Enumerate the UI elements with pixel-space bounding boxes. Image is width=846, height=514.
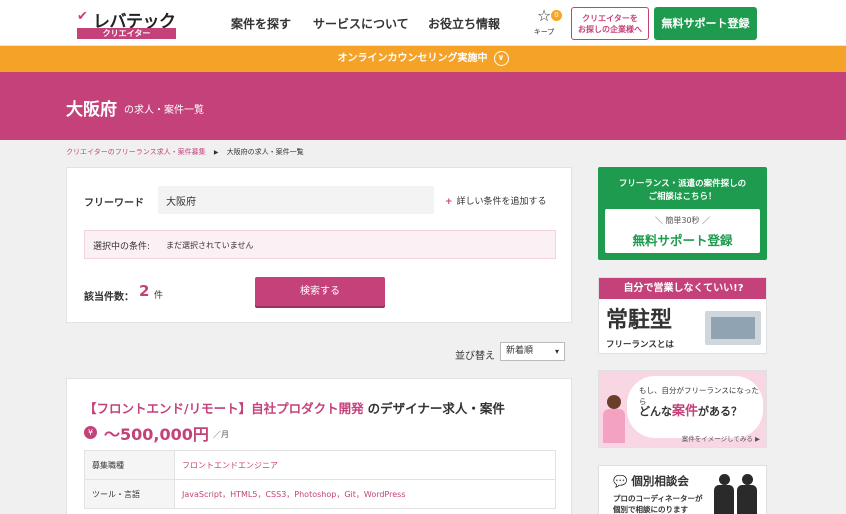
- job-info-key: ツール・言語: [84, 479, 175, 509]
- yen-icon: ¥: [84, 426, 97, 439]
- for-companies-line1: クリエイターを: [582, 14, 638, 23]
- job-salary: 〜500,000円: [104, 425, 209, 444]
- keep-button[interactable]: ☆ 0 キープ: [532, 8, 562, 37]
- online-counseling-banner[interactable]: オンラインカウンセリング実施中 ∨: [0, 46, 846, 72]
- sidebar-support-banner[interactable]: フリーランス・派遣の案件探しの ご相談はこちら！ ＼ 簡単30秒 ／ 無料サポー…: [598, 167, 767, 260]
- consultation-title-text: 個別相談会: [631, 474, 689, 488]
- consultation-line1: プロのコーディネーターが: [613, 494, 703, 503]
- selected-conditions-box: 選択中の条件: まだ選択されていません: [84, 230, 556, 259]
- table-row: ツール・言語 JavaScript，HTML5，CSS3，Photoshop，G…: [84, 479, 556, 509]
- sort-select[interactable]: 新着順 ▾: [500, 342, 565, 361]
- nav-useful-info[interactable]: お役立ち情報: [428, 15, 500, 32]
- nav-about-service[interactable]: サービスについて: [313, 15, 409, 32]
- consultation-line2: 個別で相談にのります: [613, 505, 688, 514]
- coordinator-photo: [737, 474, 757, 514]
- job-card: 【フロントエンド/リモート】自社プロダクト開発 のデザイナー求人・案件 ¥ 〜50…: [66, 378, 572, 514]
- job-title-rest: のデザイナー求人・案件: [367, 401, 505, 416]
- job-info-table: 募集職種 フロントエンドエンジニア ツール・言語 JavaScript，HTML…: [84, 450, 556, 509]
- sort-label: 並び替え: [455, 351, 495, 362]
- freeword-label: フリーワード: [84, 198, 144, 209]
- freeword-input[interactable]: [158, 186, 434, 214]
- imagine-jobs-line2-c: がある？: [698, 405, 743, 418]
- result-count-unit: 件: [154, 291, 164, 301]
- breadcrumb-separator-icon: ▶: [213, 149, 219, 156]
- sort-selected-value: 新着順: [506, 346, 534, 356]
- resident-banner-top: 自分で営業しなくていい!?: [599, 278, 766, 299]
- site-header: ✔ レバテック クリエイター 案件を探す サービスについて お役立ち情報 ☆ 0…: [0, 0, 846, 46]
- keep-count-badge: 0: [551, 10, 562, 21]
- sidebar-support-line1: フリーランス・派遣の案件探しの: [618, 179, 747, 189]
- breadcrumb: クリエイターのフリーランス求人・案件募集 ▶ 大阪府の求人・案件一覧: [66, 147, 304, 157]
- chat-bubble-icon: 💬: [613, 474, 628, 488]
- resident-banner-main: 常駐型: [606, 308, 673, 333]
- imagine-jobs-line2: どんな案件がある？: [639, 400, 742, 419]
- speech-bubble: もし、自分がフリーランスになったら どんな案件がある？: [627, 376, 763, 438]
- sidebar-support-big: 無料サポート登録: [632, 233, 733, 248]
- for-companies-button[interactable]: クリエイターを お探しの企業様へ: [571, 7, 649, 40]
- nav-find-jobs[interactable]: 案件を探す: [231, 15, 291, 32]
- sidebar-support-small: ＼ 簡単30秒 ／: [654, 216, 711, 225]
- logo-check-icon: ✔: [77, 9, 88, 24]
- resident-banner-sub: フリーランスとは: [606, 340, 674, 350]
- laptop-image: [705, 311, 761, 345]
- job-title-highlight: 【フロントエンド/リモート】自社プロダクト開発: [84, 401, 364, 416]
- job-info-key: 募集職種: [84, 450, 175, 480]
- sidebar-support-heading: フリーランス・派遣の案件探しの ご相談はこちら！: [598, 178, 767, 204]
- breadcrumb-current: 大阪府の求人・案件一覧: [226, 148, 304, 156]
- chevron-down-icon: ▾: [554, 347, 559, 356]
- job-info-value[interactable]: JavaScript，HTML5，CSS3，Photoshop，Git，Word…: [174, 479, 556, 509]
- table-row: 募集職種 フロントエンドエンジニア: [84, 450, 556, 480]
- keep-label: キープ: [533, 28, 555, 36]
- selected-conditions-value: まだ選択されていません: [166, 241, 254, 250]
- sidebar-consultation-banner[interactable]: 💬 個別相談会 プロのコーディネーターが 個別で相談にのります: [598, 465, 767, 514]
- coordinator-photo: [714, 474, 734, 514]
- search-button[interactable]: 検索する: [255, 277, 385, 306]
- online-counseling-text: オンラインカウンセリング実施中: [337, 53, 488, 64]
- sidebar-resident-banner[interactable]: 自分で営業しなくていい!? 常駐型 フリーランスとは: [598, 277, 767, 354]
- free-support-register-button[interactable]: 無料サポート登録: [654, 7, 757, 40]
- page-title-bar: 大阪府 の求人・案件一覧: [0, 72, 846, 140]
- site-logo[interactable]: ✔ レバテック クリエイター: [77, 7, 177, 39]
- chevron-down-circle-icon: ∨: [493, 50, 509, 66]
- page-title: 大阪府: [66, 100, 117, 120]
- selected-conditions-label: 選択中の条件:: [93, 242, 151, 252]
- result-count-value: 2: [139, 282, 150, 300]
- sidebar-support-line2: ご相談はこちら！: [648, 192, 717, 202]
- breadcrumb-home-link[interactable]: クリエイターのフリーランス求人・案件募集: [66, 148, 206, 156]
- sidebar-support-cta: ＼ 簡単30秒 ／ 無料サポート登録: [605, 209, 760, 253]
- for-companies-line2: お探しの企業様へ: [578, 25, 642, 34]
- job-salary-unit: ／月: [213, 430, 229, 439]
- plus-icon: +: [445, 197, 453, 207]
- sidebar-imagine-jobs-banner[interactable]: もし、自分がフリーランスになったら どんな案件がある？ 案件をイメージしてみる …: [598, 370, 767, 448]
- page-title-suffix: の求人・案件一覧: [124, 105, 204, 116]
- imagine-jobs-line2-b: 案件: [672, 404, 699, 419]
- result-count-label: 該当件数：: [84, 292, 134, 303]
- consultation-title: 💬 個別相談会: [613, 473, 689, 489]
- add-condition-label: 詳しい条件を追加する: [456, 197, 547, 207]
- job-info-value[interactable]: フロントエンドエンジニア: [174, 450, 556, 480]
- add-condition-link[interactable]: + 詳しい条件を追加する: [445, 194, 547, 207]
- imagine-jobs-line2-a: どんな: [639, 405, 672, 418]
- consultation-text: プロのコーディネーターが 個別で相談にのります: [613, 493, 702, 514]
- person-illustration: [603, 395, 625, 445]
- imagine-jobs-more: 案件をイメージしてみる ▶: [681, 435, 760, 443]
- logo-subtitle: クリエイター: [77, 28, 176, 39]
- search-panel: フリーワード +詳しい条件を追加する 選択中の条件: まだ選択されていません 該…: [66, 167, 572, 323]
- job-title-link[interactable]: 【フロントエンド/リモート】自社プロダクト開発 のデザイナー求人・案件: [84, 398, 505, 417]
